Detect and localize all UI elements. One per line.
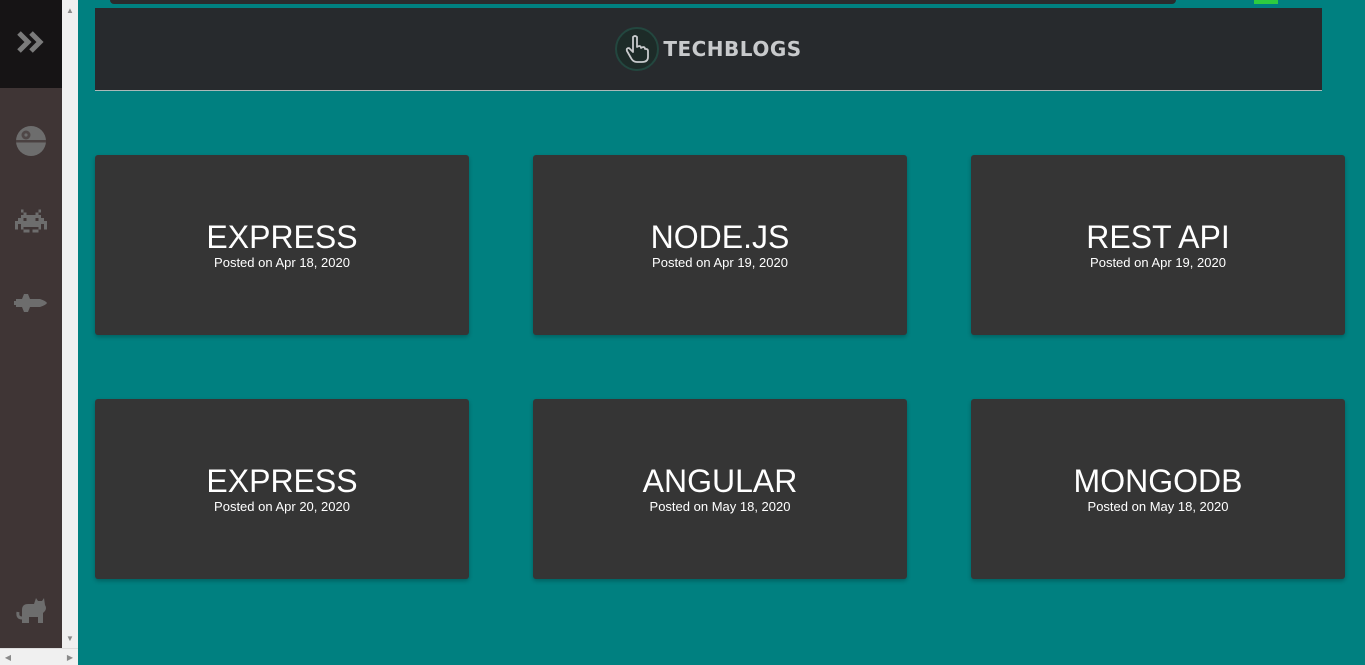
post-card[interactable]: ANGULAR Posted on May 18, 2020 [533,399,907,579]
sidebar-item-cat[interactable] [16,592,50,626]
post-card[interactable]: EXPRESS Posted on Apr 20, 2020 [95,399,469,579]
post-title: NODE.JS [650,219,790,255]
scroll-down-arrow-icon[interactable]: ▼ [62,630,78,646]
post-date: Posted on May 18, 2020 [1087,499,1229,514]
sidebar-item-space-shuttle[interactable] [14,290,48,321]
double-chevron-right-icon [16,30,46,59]
site-logo[interactable]: TECHBLOGS [615,27,801,71]
horizontal-scrollbar[interactable]: ◀ ▶ [0,648,78,665]
icon-sidebar [0,0,62,665]
pointing-hand-icon [615,27,660,71]
post-date: Posted on Apr 18, 2020 [214,255,350,270]
post-title: EXPRESS [206,219,358,255]
site-header: TECHBLOGS [95,8,1322,91]
scroll-up-arrow-icon[interactable]: ▲ [62,2,78,18]
space-invader-icon [15,208,47,239]
death-star-icon [15,125,47,162]
space-shuttle-icon [14,290,48,321]
post-date: Posted on Apr 20, 2020 [214,499,350,514]
post-card[interactable]: REST API Posted on Apr 19, 2020 [971,155,1345,335]
post-title: MONGODB [1073,463,1243,499]
post-card[interactable]: MONGODB Posted on May 18, 2020 [971,399,1345,579]
cat-icon [16,590,50,629]
status-indicator [1254,0,1278,4]
sidebar-item-death-star[interactable] [16,125,46,158]
post-card[interactable]: NODE.JS Posted on Apr 19, 2020 [533,155,907,335]
sidebar-item-space-invader[interactable] [15,208,47,239]
post-date: Posted on Apr 19, 2020 [652,255,788,270]
post-date: Posted on Apr 19, 2020 [1090,255,1226,270]
post-title: EXPRESS [206,463,358,499]
scroll-right-arrow-icon[interactable]: ▶ [62,649,78,665]
vertical-scrollbar[interactable]: ▲ ▼ [62,0,78,665]
post-card[interactable]: EXPRESS Posted on Apr 18, 2020 [95,155,469,335]
post-date: Posted on May 18, 2020 [649,499,791,514]
scroll-left-arrow-icon[interactable]: ◀ [0,649,16,665]
post-title: ANGULAR [642,463,798,499]
sidebar-toggle-button[interactable] [0,0,62,88]
post-title: REST API [1086,219,1230,255]
logo-text: TECHBLOGS [663,37,802,61]
browser-bar-edge [110,0,1176,4]
